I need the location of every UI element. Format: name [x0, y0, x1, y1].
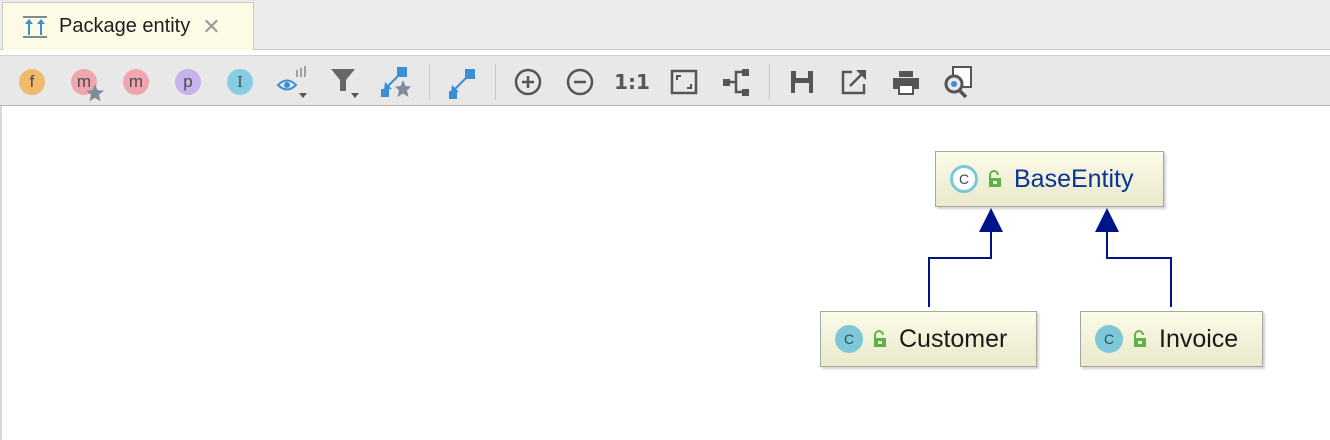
class-name: Invoice [1159, 324, 1239, 353]
class-icon: C [1095, 325, 1123, 353]
public-lock-icon [1131, 328, 1149, 350]
class-name: Customer [899, 324, 1008, 353]
public-lock-icon [871, 328, 889, 350]
inheritance-edges [928, 208, 1172, 307]
class-node-customer[interactable]: C Customer [820, 311, 1037, 367]
edge-invoice-to-baseentity [1095, 208, 1172, 307]
public-lock-icon [986, 168, 1004, 190]
class-node-invoice[interactable]: C Invoice [1080, 311, 1263, 367]
abstract-class-icon: C [950, 165, 978, 193]
edge-customer-to-baseentity [928, 208, 1003, 307]
class-icon: C [835, 325, 863, 353]
class-node-baseentity[interactable]: C BaseEntity [935, 151, 1164, 207]
class-kind-letter: C [1103, 331, 1115, 347]
class-kind-letter: C [958, 171, 970, 187]
class-name: BaseEntity [1014, 164, 1134, 193]
class-kind-letter: C [843, 331, 855, 347]
